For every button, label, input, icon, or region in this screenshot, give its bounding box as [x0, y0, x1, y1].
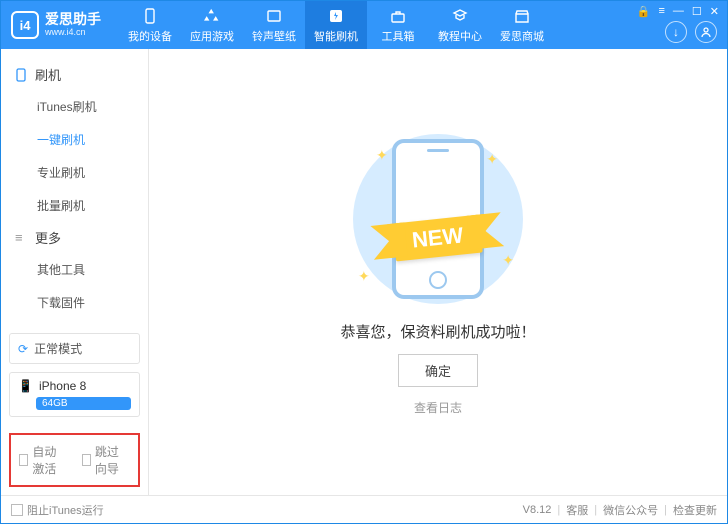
- refresh-icon: ⟳: [18, 342, 28, 356]
- statusbar: 阻止iTunes运行 V8.12 | 客服 | 微信公众号 | 检查更新: [1, 495, 727, 523]
- success-hero: ✦ ✦ ✦ ✦ NEW 恭喜您，保资料刷机成功啦！ 确定 查看日志: [318, 129, 558, 416]
- sparkle-icon: ✦: [376, 147, 388, 164]
- nav-label: 应用游戏: [190, 28, 234, 44]
- window-controls: 🔒 ≡ — ☐ ✕: [637, 5, 719, 18]
- main-panel: ✦ ✦ ✦ ✦ NEW 恭喜您，保资料刷机成功啦！ 确定 查看日志: [149, 49, 727, 495]
- sidebar-item-oneclick-flash[interactable]: 一键刷机: [1, 123, 148, 156]
- sidebar-item-other-tools[interactable]: 其他工具: [1, 253, 148, 286]
- nav-smart-flash[interactable]: 智能刷机: [305, 1, 367, 49]
- nav-label: 智能刷机: [314, 28, 358, 44]
- menu-icon[interactable]: ≡: [658, 5, 664, 18]
- logo-icon: i4: [11, 11, 39, 39]
- brand-logo[interactable]: i4 爱思助手 www.i4.cn: [1, 11, 111, 39]
- success-message: 恭喜您，保资料刷机成功啦！: [340, 321, 535, 342]
- confirm-button[interactable]: 确定: [398, 354, 478, 387]
- nav-apps-games[interactable]: 应用游戏: [181, 1, 243, 49]
- checkbox-label: 阻止iTunes运行: [27, 502, 104, 518]
- checkbox-block-itunes[interactable]: 阻止iTunes运行: [11, 502, 104, 518]
- section-more[interactable]: ≡ 更多: [1, 222, 148, 253]
- nav-store[interactable]: 爱思商城: [491, 1, 553, 49]
- mode-label: 正常模式: [34, 340, 82, 357]
- checkbox-skip-guide[interactable]: 跳过向导: [82, 443, 131, 477]
- device-name: iPhone 8: [39, 379, 86, 393]
- toolbox-icon: [389, 7, 407, 25]
- storage-badge: 64GB: [36, 397, 131, 410]
- nav-label: 教程中心: [438, 28, 482, 44]
- close-button[interactable]: ✕: [710, 5, 719, 18]
- sparkle-icon: ✦: [486, 151, 498, 168]
- user-icon[interactable]: [695, 21, 717, 43]
- sidebar-item-itunes-flash[interactable]: iTunes刷机: [1, 90, 148, 123]
- checkbox-label: 跳过向导: [95, 443, 130, 477]
- section-flash[interactable]: 刷机: [1, 59, 148, 90]
- checkbox-auto-activate[interactable]: 自动激活: [19, 443, 68, 477]
- check-update-link[interactable]: 检查更新: [673, 502, 717, 518]
- minimize-button[interactable]: —: [673, 5, 684, 18]
- device-icon: 📱: [18, 379, 33, 393]
- checkbox-label: 自动激活: [32, 443, 67, 477]
- body: 刷机 iTunes刷机 一键刷机 专业刷机 批量刷机 ≡ 更多 其他工具 下载固…: [1, 49, 727, 495]
- apps-icon: [203, 7, 221, 25]
- nav-label: 爱思商城: [500, 28, 544, 44]
- titlebar: i4 爱思助手 www.i4.cn 我的设备 应用游戏 铃声壁纸 智能刷机: [1, 1, 727, 49]
- phone-illustration: ✦ ✦ ✦ ✦ NEW: [318, 129, 558, 309]
- support-link[interactable]: 客服: [566, 502, 588, 518]
- brand-name: 爱思助手: [45, 12, 101, 27]
- device-card[interactable]: 📱 iPhone 8 64GB: [9, 372, 140, 417]
- sidebar: 刷机 iTunes刷机 一键刷机 专业刷机 批量刷机 ≡ 更多 其他工具 下载固…: [1, 49, 149, 495]
- nav-toolbox[interactable]: 工具箱: [367, 1, 429, 49]
- phone-icon: [141, 7, 159, 25]
- sidebar-item-batch-flash[interactable]: 批量刷机: [1, 189, 148, 222]
- app-window: i4 爱思助手 www.i4.cn 我的设备 应用游戏 铃声壁纸 智能刷机: [0, 0, 728, 524]
- lock-icon[interactable]: 🔒: [637, 5, 651, 18]
- nav-label: 铃声壁纸: [252, 28, 296, 44]
- top-nav: 我的设备 应用游戏 铃声壁纸 智能刷机 工具箱 教程中心: [119, 1, 553, 49]
- flash-icon: [327, 7, 345, 25]
- user-controls: ↓: [665, 21, 717, 43]
- section-title: 刷机: [35, 65, 61, 84]
- wechat-link[interactable]: 微信公众号: [603, 502, 658, 518]
- sparkle-icon: ✦: [358, 268, 370, 285]
- nav-ringtones[interactable]: 铃声壁纸: [243, 1, 305, 49]
- mode-status[interactable]: ⟳ 正常模式: [9, 333, 140, 364]
- download-icon[interactable]: ↓: [665, 21, 687, 43]
- wallpaper-icon: [265, 7, 283, 25]
- phone-outline-icon: [15, 68, 29, 82]
- section-title: 更多: [35, 228, 61, 247]
- version-label: V8.12: [523, 504, 552, 516]
- sidebar-item-advanced[interactable]: 高级功能: [1, 319, 148, 325]
- sidebar-item-pro-flash[interactable]: 专业刷机: [1, 156, 148, 189]
- checkbox-row-highlighted: 自动激活 跳过向导: [9, 433, 140, 487]
- more-icon: ≡: [15, 230, 29, 245]
- nav-tutorials[interactable]: 教程中心: [429, 1, 491, 49]
- maximize-button[interactable]: ☐: [692, 5, 702, 18]
- tutorial-icon: [451, 7, 469, 25]
- sidebar-item-download-firmware[interactable]: 下载固件: [1, 286, 148, 319]
- store-icon: [513, 7, 531, 25]
- nav-my-device[interactable]: 我的设备: [119, 1, 181, 49]
- sparkle-icon: ✦: [502, 252, 514, 269]
- view-log-link[interactable]: 查看日志: [414, 399, 462, 416]
- brand-url: www.i4.cn: [45, 28, 101, 38]
- nav-label: 我的设备: [128, 28, 172, 44]
- nav-label: 工具箱: [382, 28, 415, 44]
